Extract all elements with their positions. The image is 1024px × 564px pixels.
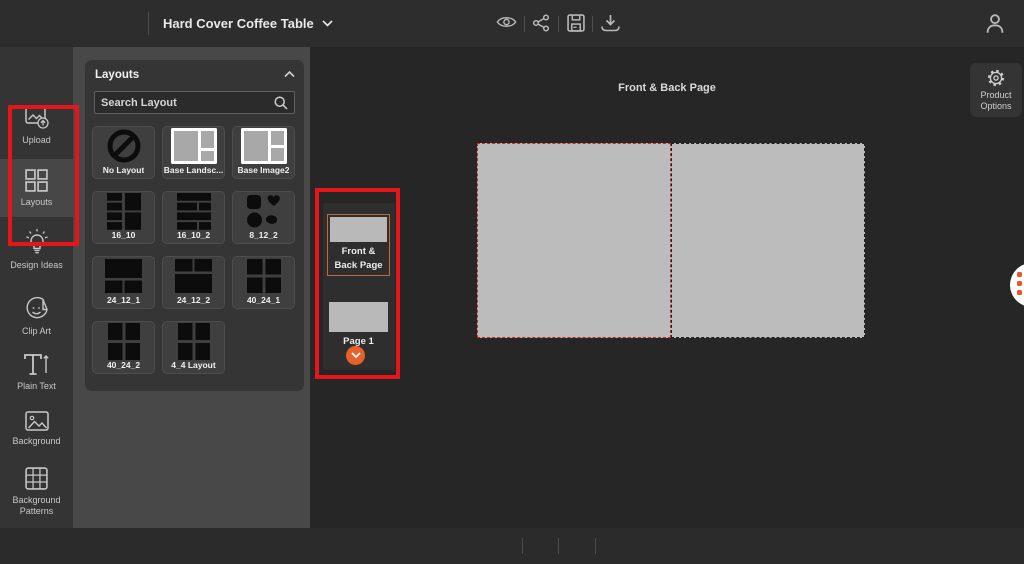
no-layout-icon bbox=[93, 127, 154, 165]
layout-tile-4-4[interactable]: 4_4 Layout bbox=[162, 321, 225, 374]
chevron-up-icon bbox=[284, 71, 295, 78]
layout-search-box bbox=[94, 91, 295, 114]
collapse-panel-button[interactable] bbox=[284, 71, 295, 78]
thumbnail-front-back-page[interactable]: Front & Back Page bbox=[327, 214, 390, 276]
thumbnail-page-1[interactable]: Page 1 bbox=[327, 300, 390, 351]
expand-pages-button[interactable] bbox=[346, 346, 365, 365]
layout-tile-base-image2[interactable]: Base Image2 bbox=[232, 126, 295, 179]
layouts-panel-card: Layouts No Layout bbox=[85, 60, 304, 391]
chevron-down-icon bbox=[322, 20, 333, 27]
base-landscape-glyph bbox=[163, 127, 224, 165]
eye-preview-icon[interactable] bbox=[496, 14, 517, 30]
download-icon[interactable] bbox=[600, 14, 621, 33]
divider bbox=[592, 16, 593, 32]
sidebar-item-layouts[interactable]: Layouts bbox=[0, 159, 73, 217]
sidebar-item-label: Upload bbox=[22, 135, 51, 145]
tool-sidebar: Upload Layouts Design Ideas Clip Art Pla… bbox=[0, 47, 73, 560]
search-icon bbox=[274, 95, 288, 110]
sidebar-item-upload[interactable]: Upload bbox=[0, 105, 73, 146]
sidebar-item-background-patterns[interactable]: Background Patterns bbox=[0, 466, 73, 518]
divider bbox=[522, 538, 523, 554]
layout-tile-grid: No Layout Base Landsc... Base Image2 16_… bbox=[92, 126, 298, 374]
search-input[interactable] bbox=[95, 96, 274, 109]
sidebar-item-label: Layouts bbox=[20, 197, 53, 207]
bottom-bar: $82.50 Add to Cart bbox=[0, 528, 1024, 564]
product-options-button[interactable]: Product Options bbox=[970, 63, 1022, 117]
grid-2x2-glyph bbox=[233, 257, 294, 295]
layout-tile-8-12-2[interactable]: 8_12_2 bbox=[232, 191, 295, 244]
canvas-page-front-cover[interactable] bbox=[671, 143, 865, 338]
two-top-big-bottom-glyph bbox=[163, 257, 224, 295]
thumbnail-preview bbox=[329, 302, 388, 332]
sidebar-item-clip-art[interactable]: Clip Art bbox=[0, 296, 73, 337]
photo-book-editor: Hard Cover Coffee Table Upload Layouts D… bbox=[0, 0, 1024, 564]
grid-2x2-tall-glyph bbox=[163, 322, 224, 360]
divider bbox=[148, 12, 149, 35]
page-thumbnail-strip: Front & Back Page Page 1 bbox=[323, 203, 395, 370]
upload-image-icon bbox=[24, 107, 49, 129]
sidebar-item-label: Background bbox=[12, 436, 61, 446]
thumbnail-label: Front & Back Page bbox=[334, 246, 383, 271]
layout-tile-24-12-1[interactable]: 24_12_1 bbox=[92, 256, 155, 309]
gear-icon bbox=[987, 70, 1005, 87]
thumbnail-preview bbox=[330, 217, 387, 242]
kebab-menu-icon bbox=[1017, 272, 1022, 295]
sidebar-item-design-ideas[interactable]: Design Ideas bbox=[0, 228, 73, 271]
divider bbox=[558, 538, 559, 554]
layout-tile-40-24-2[interactable]: 40_24_2 bbox=[92, 321, 155, 374]
layout-tile-16-10[interactable]: 16_10 bbox=[92, 191, 155, 244]
sidebar-item-label: Background Patterns bbox=[12, 495, 61, 517]
layout-tile-16-10-2[interactable]: 16_10_2 bbox=[162, 191, 225, 244]
share-icon[interactable] bbox=[532, 14, 550, 32]
sidebar-item-label: Design Ideas bbox=[10, 260, 63, 270]
canvas-page-back-cover[interactable] bbox=[477, 143, 671, 338]
sidebar-item-label: Plain Text bbox=[17, 381, 56, 391]
base-image2-glyph bbox=[233, 127, 294, 165]
divider bbox=[558, 16, 559, 32]
save-icon[interactable] bbox=[567, 14, 585, 32]
big-top-two-bottom-glyph bbox=[93, 257, 154, 295]
product-title: Hard Cover Coffee Table bbox=[163, 16, 314, 31]
product-title-dropdown[interactable]: Hard Cover Coffee Table bbox=[163, 0, 333, 47]
shapes-heart-circle-glyph bbox=[233, 192, 294, 230]
product-options-label: Product Options bbox=[980, 90, 1012, 111]
panel-title: Layouts bbox=[95, 69, 140, 81]
layout-tile-base-landscape[interactable]: Base Landsc... bbox=[162, 126, 225, 179]
sidebar-item-plain-text[interactable]: Plain Text bbox=[0, 353, 73, 392]
person-account-icon[interactable] bbox=[985, 13, 1005, 34]
layout-tile-40-24-1[interactable]: 40_24_1 bbox=[232, 256, 295, 309]
sidebar-item-label: Clip Art bbox=[21, 326, 51, 336]
top-bar: Hard Cover Coffee Table bbox=[0, 0, 1024, 47]
lightbulb-icon bbox=[25, 229, 48, 254]
layouts-panel: Layouts No Layout bbox=[73, 47, 310, 528]
sticker-icon bbox=[26, 296, 48, 319]
pattern-grid-icon bbox=[25, 467, 48, 490]
sidebar-item-background[interactable]: Background bbox=[0, 410, 73, 447]
layouts-grid-icon bbox=[25, 169, 48, 192]
layout-tile-24-12-2[interactable]: 24_12_2 bbox=[162, 256, 225, 309]
chevron-down-icon bbox=[350, 352, 361, 359]
grid-16-10-2-glyph bbox=[163, 192, 224, 230]
grid-2x2-tall-glyph bbox=[93, 322, 154, 360]
canvas-page-title: Front & Back Page bbox=[618, 82, 716, 94]
divider bbox=[595, 538, 596, 554]
background-image-icon bbox=[24, 411, 49, 431]
grid-16-10-glyph bbox=[93, 192, 154, 230]
edge-menu-button[interactable] bbox=[1010, 263, 1024, 307]
layout-tile-no-layout[interactable]: No Layout bbox=[92, 126, 155, 179]
divider bbox=[524, 16, 525, 32]
text-icon bbox=[24, 354, 49, 375]
